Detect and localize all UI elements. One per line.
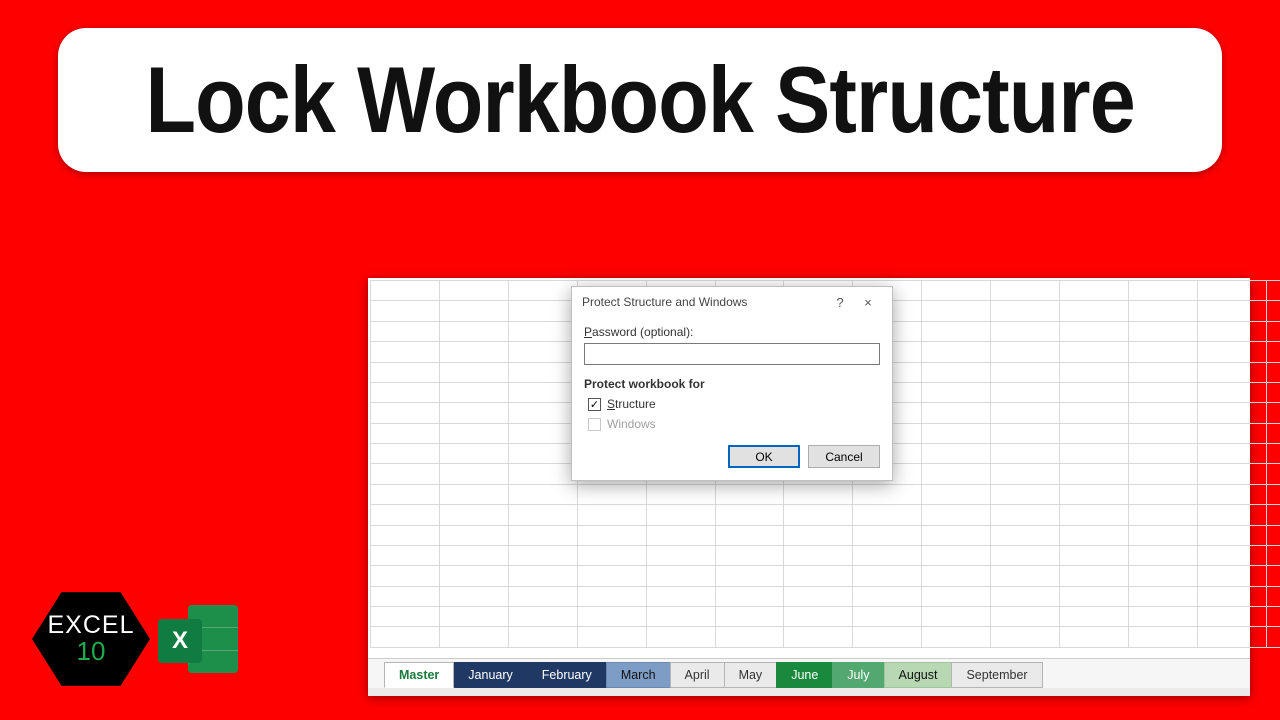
windows-checkbox [588, 418, 601, 431]
excel10-hex-logo: EXCEL 10 [32, 588, 150, 690]
logo-line2: 10 [77, 636, 106, 667]
cancel-button[interactable]: Cancel [808, 445, 880, 468]
ok-button[interactable]: OK [728, 445, 800, 468]
brand-logos: EXCEL 10 X [32, 588, 238, 690]
sheet-tab-february[interactable]: February [527, 662, 607, 688]
structure-checkbox-label: Structure [607, 397, 656, 411]
close-icon[interactable]: × [854, 295, 882, 310]
protect-structure-dialog: Protect Structure and Windows ? × Passwo… [571, 286, 893, 481]
excel-x-icon: X [158, 619, 202, 663]
status-bar [368, 688, 1250, 696]
protect-group-label: Protect workbook for [584, 377, 880, 391]
sheet-tab-bar: Master January February March April May … [368, 658, 1250, 688]
sheet-tab-september[interactable]: September [951, 662, 1042, 688]
sheet-tab-april[interactable]: April [670, 662, 725, 688]
title-banner: Lock Workbook Structure [58, 28, 1222, 172]
sheet-tab-august[interactable]: August [884, 662, 953, 688]
sheet-tab-july[interactable]: July [832, 662, 884, 688]
sheet-tab-master[interactable]: Master [384, 662, 454, 688]
help-icon[interactable]: ? [826, 295, 854, 310]
structure-checkbox[interactable]: ✓ [588, 398, 601, 411]
windows-checkbox-label: Windows [607, 417, 656, 431]
password-input[interactable] [584, 343, 880, 365]
page-title: Lock Workbook Structure [145, 46, 1134, 154]
sheet-tab-january[interactable]: January [453, 662, 527, 688]
dialog-titlebar[interactable]: Protect Structure and Windows ? × [572, 287, 892, 317]
excel-app-icon: X [158, 599, 238, 679]
sheet-tab-june[interactable]: June [776, 662, 833, 688]
dialog-title: Protect Structure and Windows [582, 295, 826, 309]
password-label: Password (optional): [584, 325, 880, 339]
sheet-tab-may[interactable]: May [724, 662, 778, 688]
sheet-tab-march[interactable]: March [606, 662, 671, 688]
